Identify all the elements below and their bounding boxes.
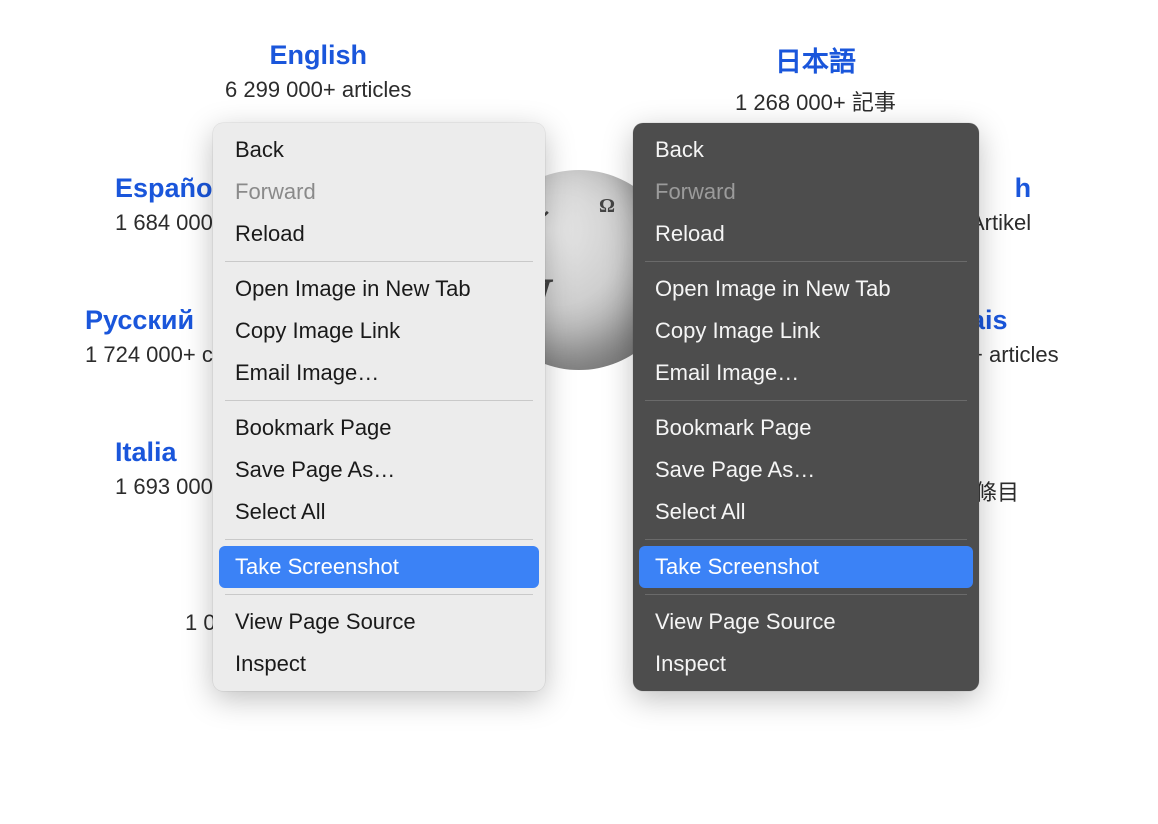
menu-separator [225,261,533,262]
lang-german-sub-fragment: Artikel [970,210,1031,236]
lang-japanese-sub: 1 268 000+ 記事 [735,85,896,117]
menu-separator [225,539,533,540]
lang-german-title-fragment[interactable]: h [970,173,1031,204]
menu-separator [645,539,967,540]
lang-russian-title[interactable]: Русский [85,305,213,336]
lang-english-title[interactable]: English [225,40,412,71]
lang-italian-title[interactable]: Italia [115,437,213,468]
menu-back[interactable]: Back [213,129,545,171]
number-fragment: 1 0 [185,610,216,636]
lang-spanish-sub: 1 684 000+ [115,210,226,236]
menu-take-screenshot[interactable]: Take Screenshot [639,546,973,588]
menu-back[interactable]: Back [633,129,979,171]
menu-open-image[interactable]: Open Image in New Tab [213,268,545,310]
menu-inspect[interactable]: Inspect [633,643,979,685]
menu-separator [645,594,967,595]
context-menu-dark: Back Forward Reload Open Image in New Ta… [633,123,979,691]
lang-french-sub-fragment: + articles [970,342,1059,368]
menu-separator [645,400,967,401]
menu-select-all[interactable]: Select All [213,491,545,533]
menu-copy-image-link[interactable]: Copy Image Link [633,310,979,352]
menu-email-image[interactable]: Email Image… [213,352,545,394]
menu-open-image[interactable]: Open Image in New Tab [633,268,979,310]
menu-copy-image-link[interactable]: Copy Image Link [213,310,545,352]
menu-bookmark-page[interactable]: Bookmark Page [633,407,979,449]
lang-chinese-sub-fragment: 條目 [975,475,1019,507]
menu-reload[interactable]: Reload [213,213,545,255]
menu-view-page-source[interactable]: View Page Source [633,601,979,643]
menu-separator [225,594,533,595]
lang-italian-sub: 1 693 000 [115,474,213,500]
menu-save-page-as[interactable]: Save Page As… [213,449,545,491]
lang-spanish-title[interactable]: Español [115,173,226,204]
lang-japanese-title[interactable]: 日本語 [735,40,896,79]
menu-separator [645,261,967,262]
lang-russian-sub: 1 724 000+ с [85,342,213,368]
menu-view-page-source[interactable]: View Page Source [213,601,545,643]
menu-forward: Forward [213,171,545,213]
menu-reload[interactable]: Reload [633,213,979,255]
context-menu-light: Back Forward Reload Open Image in New Ta… [213,123,545,691]
menu-take-screenshot[interactable]: Take Screenshot [219,546,539,588]
menu-forward: Forward [633,171,979,213]
menu-select-all[interactable]: Select All [633,491,979,533]
menu-email-image[interactable]: Email Image… [633,352,979,394]
lang-french-title-fragment[interactable]: ais [970,305,1059,336]
menu-bookmark-page[interactable]: Bookmark Page [213,407,545,449]
lang-english-sub: 6 299 000+ articles [225,77,412,103]
menu-save-page-as[interactable]: Save Page As… [633,449,979,491]
menu-separator [225,400,533,401]
menu-inspect[interactable]: Inspect [213,643,545,685]
